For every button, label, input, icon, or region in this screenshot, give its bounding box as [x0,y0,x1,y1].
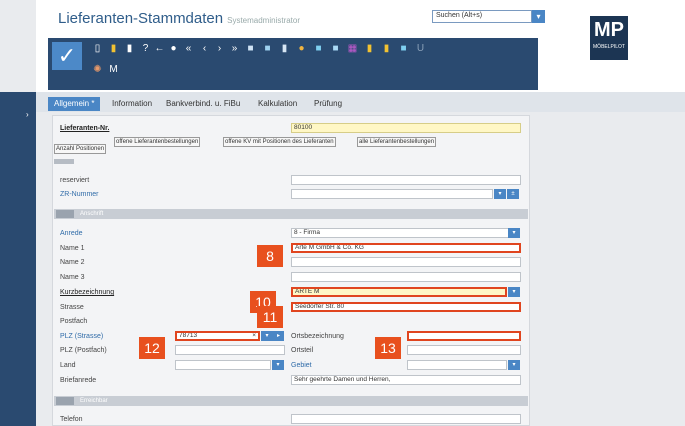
land-dropdown-icon[interactable]: ▾ [272,360,284,370]
briefanrede-field[interactable]: Sehr geehrte Damen und Herren, [291,375,521,385]
page-title: Lieferanten-Stammdaten Systemadministrato… [58,10,301,27]
step-badge-11: 11 [257,306,283,328]
company-logo: MP MÖBELPILOT [590,16,628,60]
settings-icon[interactable]: ✺ [92,64,103,76]
name2-field[interactable] [291,257,521,267]
ortsbezeichnung-field[interactable] [407,331,521,341]
telefon-field[interactable] [291,414,521,424]
clear-icon[interactable]: × [252,333,256,339]
kurzbezeichnung-dropdown-icon[interactable]: ▾ [508,287,520,297]
reserviert-label: reserviert [60,177,90,184]
collapse-handle[interactable] [54,159,74,164]
ortsteil-field[interactable] [407,345,521,355]
last-record-icon[interactable]: » [229,43,240,55]
previous-record-icon[interactable]: ‹ [199,43,210,55]
tab-pruefung[interactable]: Prüfung [314,97,342,111]
ortsbezeichnung-label: Ortsbezeichnung [291,333,344,340]
ortsteil-label: Ortsteil [291,347,314,354]
calendar-icon[interactable]: ▦ [347,43,358,55]
toolbar [48,38,538,90]
strasse-field[interactable]: Seedorfer Str. 80 [291,302,521,312]
gebiet-dropdown-icon[interactable]: ▾ [508,360,520,370]
zr-nummer-label[interactable]: ZR-Nummer [60,191,99,198]
zr-nummer-field[interactable] [291,189,493,199]
section-anschrift[interactable]: Anschrift [54,209,528,219]
name3-field[interactable] [291,272,521,282]
edit-document-icon[interactable]: ▮ [108,43,119,55]
clip-icon[interactable]: U [415,43,426,55]
offene-lieferantenbestellungen-button[interactable]: offene Lieferantenbestellungen [114,137,201,147]
offene-kv-button[interactable]: offene KV mit Positionen des Lieferanten [223,137,336,147]
strasse-label: Strasse [60,304,84,311]
tag-icon[interactable]: ● [296,43,307,55]
land-select[interactable] [175,360,271,370]
table-icon[interactable]: ■ [262,43,273,55]
confirm-button[interactable]: ✓ [52,42,82,70]
search-dropdown-button[interactable]: ▾ [532,10,545,23]
kurzbezeichnung-field[interactable]: ARTE M [291,287,507,297]
chart-icon[interactable]: ■ [330,43,341,55]
anzahl-positionen-button[interactable]: Anzahl Positionen [54,144,107,154]
toolbar-m-button[interactable]: M [108,64,119,76]
left-navigation-strip [0,92,36,426]
section-toggle-icon[interactable] [56,210,74,218]
lieferanten-nr-label: Lieferanten-Nr. [60,125,110,132]
user-role: Systemadministrator [227,16,301,25]
gebiet-label[interactable]: Gebiet [291,362,312,369]
alle-lieferantenbestellungen-button[interactable]: alle Lieferantenbestellungen [357,137,437,147]
plz-postfach-field[interactable] [175,345,285,355]
step-badge-8: 8 [257,245,283,267]
help-icon[interactable]: ? [140,43,151,55]
plz-strasse-label[interactable]: PLZ (Strasse) [60,333,103,340]
report-icon[interactable]: ■ [313,43,324,55]
section-erreichbar[interactable]: Erreichbar [54,396,528,406]
zr-nummer-lookup-button[interactable]: ▾ [494,189,506,199]
name1-label: Name 1 [60,245,85,252]
briefanrede-label: Briefanrede [60,377,97,384]
search-input[interactable]: Suchen (Alt+s) [432,10,532,23]
delete-icon[interactable]: ▮ [124,43,135,55]
plz-lookup-button[interactable]: ▾ [261,331,273,341]
name1-field[interactable]: Arte M GmbH & Co. KG [291,243,521,253]
reserviert-field[interactable] [291,175,521,185]
name2-label: Name 2 [60,259,85,266]
tab-information[interactable]: Information [112,97,152,111]
search-tool-icon[interactable]: ● [168,43,179,55]
grid-icon[interactable]: ■ [245,43,256,55]
land-label: Land [60,362,76,369]
note-icon[interactable]: ▮ [381,43,392,55]
section-toggle-icon[interactable] [56,397,74,405]
document-icon[interactable]: ▮ [279,43,290,55]
anrede-select[interactable]: 8 - Firma [291,228,509,238]
plz-strasse-field[interactable]: 78713 × [175,331,260,341]
telefon-label: Telefon [60,416,83,423]
step-badge-13: 13 [375,337,401,359]
name3-label: Name 3 [60,274,85,281]
next-record-icon[interactable]: › [214,43,225,55]
kurzbezeichnung-label: Kurzbezeichnung [60,289,115,296]
zr-nummer-extra-button[interactable]: ± [507,189,519,199]
book-icon[interactable]: ▮ [364,43,375,55]
plz-postfach-label: PLZ (Postfach) [60,347,107,354]
tab-kalkulation[interactable]: Kalkulation [258,97,297,111]
tab-allgemein[interactable]: Allgemein * [48,97,101,111]
first-record-icon[interactable]: « [183,43,194,55]
back-icon[interactable]: ← [154,43,165,55]
anrede-dropdown-icon[interactable]: ▾ [508,228,520,238]
postfach-label: Postfach [60,318,88,325]
list-icon[interactable]: ■ [398,43,409,55]
anrede-label[interactable]: Anrede [60,230,83,237]
step-badge-12: 12 [139,337,165,359]
plz-search-button[interactable]: ▸ [273,331,284,341]
gebiet-select[interactable] [407,360,507,370]
expand-arrow-icon[interactable]: › [26,110,29,119]
new-document-icon[interactable]: ▯ [92,43,103,55]
lieferanten-nr-field[interactable]: 80100 [291,123,521,133]
tab-bankverbindung[interactable]: Bankverbind. u. FiBu [166,97,240,111]
